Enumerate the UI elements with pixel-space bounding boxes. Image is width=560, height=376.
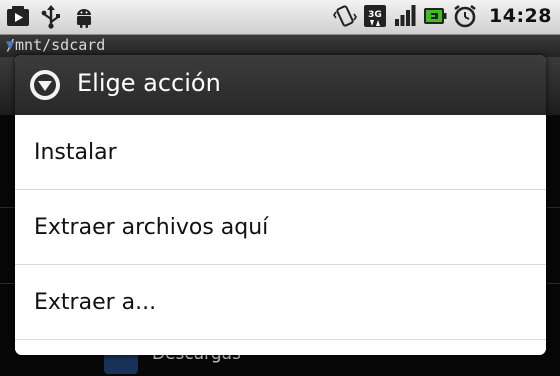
android-icon — [77, 9, 91, 28]
chevron-down-circle-icon — [30, 70, 60, 100]
menu-item-install[interactable]: Instalar — [15, 115, 546, 190]
vibrate-icon — [333, 5, 357, 27]
notification-icons — [6, 5, 96, 29]
phone-screen: 3G 14:28 /mnt/sdcard ▼ Elige acción Inst… — [0, 0, 560, 376]
alarm-icon — [454, 4, 476, 28]
battery-charging-icon — [424, 8, 447, 24]
background-chevron-icon: ▼ — [6, 37, 15, 53]
menu-item-extract-to[interactable]: Extraer a... — [15, 265, 546, 340]
dialog-title: Elige acción — [77, 69, 221, 97]
menu-item-label: Extraer a... — [34, 289, 157, 315]
status-clock: 14:28 — [489, 5, 552, 27]
background-path-bar: /mnt/sdcard ▼ — [0, 35, 560, 57]
signal-icon — [395, 5, 416, 26]
dialog-title-bar: Elige acción — [15, 55, 546, 116]
status-bar: 3G 14:28 — [0, 0, 560, 35]
usb-icon — [41, 5, 60, 29]
3g-data-icon: 3G — [364, 5, 387, 27]
action-dialog: Elige acción Instalar Extraer archivos a… — [15, 55, 546, 355]
youtube-icon — [7, 6, 29, 26]
menu-item-label: Extraer archivos aquí — [34, 214, 269, 240]
dialog-options-list: Instalar Extraer archivos aquí Extraer a… — [15, 115, 546, 355]
menu-item-label: Instalar — [34, 139, 117, 165]
network-label: 3G — [368, 10, 382, 20]
menu-list-scroll-remainder — [15, 340, 546, 355]
system-icons: 3G 14:28 — [333, 4, 552, 28]
menu-item-extract-here[interactable]: Extraer archivos aquí — [15, 190, 546, 265]
